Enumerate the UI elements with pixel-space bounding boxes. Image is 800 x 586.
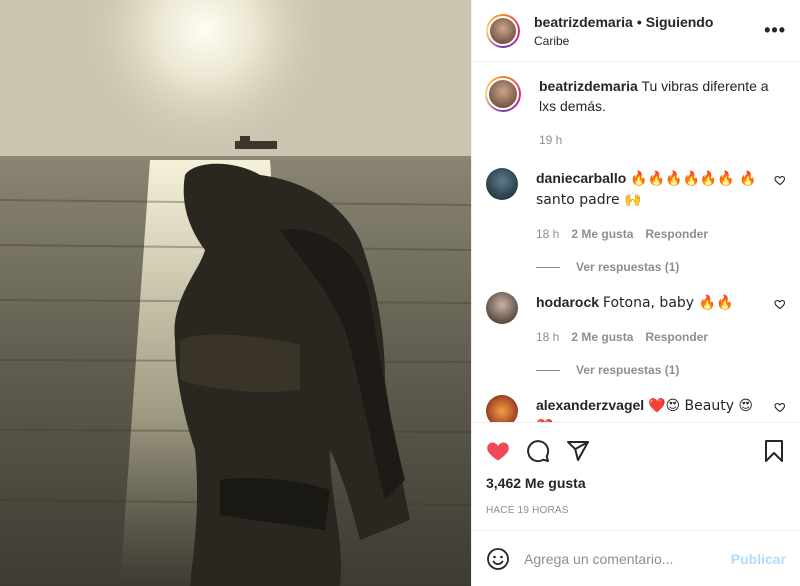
like-comment-heart-icon[interactable]	[774, 174, 786, 186]
comment-time[interactable]: 18 h	[536, 327, 559, 347]
post-location[interactable]: Caribe	[534, 34, 764, 48]
replies-divider	[536, 369, 560, 371]
comment-likes[interactable]: 2 Me gusta	[571, 327, 633, 347]
post-timestamp[interactable]: HACE 19 HORAS	[486, 505, 786, 530]
view-replies-button[interactable]: Ver respuestas (1)	[536, 363, 786, 377]
smiley-icon[interactable]	[486, 547, 510, 571]
caption-body: beatrizdemaria Tu vibras diferente a lxs…	[539, 76, 786, 150]
comment-likes[interactable]: 2 Me gusta	[571, 224, 633, 244]
caption-username[interactable]: beatrizdemaria	[539, 78, 638, 94]
like-comment-heart-icon[interactable]	[774, 298, 786, 310]
comment-item: alexanderzvagel ❤️😍 Beauty 😍❤️	[486, 395, 786, 422]
caption: beatrizdemaria Tu vibras diferente a lxs…	[485, 76, 786, 150]
caption-avatar[interactable]	[485, 76, 521, 112]
author-info: beatrizdemaria • Siguiendo Caribe	[534, 14, 764, 48]
bookmark-icon[interactable]	[762, 439, 786, 463]
post-photo[interactable]	[0, 0, 471, 586]
heart-filled-icon[interactable]	[486, 439, 510, 463]
author-avatar[interactable]	[486, 13, 520, 48]
commenter-username[interactable]: alexanderzvagel	[536, 397, 644, 413]
commenter-username[interactable]: daniecarballo	[536, 170, 626, 186]
post-panel: beatrizdemaria • Siguiendo Caribe ••• be…	[471, 0, 800, 586]
comment-body: alexanderzvagel ❤️😍 Beauty 😍❤️	[536, 395, 766, 422]
view-replies-label: Ver respuestas (1)	[576, 363, 680, 377]
more-horizontal-icon[interactable]: •••	[764, 20, 786, 41]
commenter-avatar[interactable]	[486, 292, 518, 324]
comment-item: daniecarballo 🔥🔥🔥🔥🔥🔥 🔥 santo padre 🙌 18 …	[486, 168, 786, 244]
comment-icon[interactable]	[526, 439, 550, 463]
comment-item: hodarock Fotona, baby 🔥🔥 18 h 2 Me gusta…	[486, 292, 786, 347]
reply-button[interactable]: Responder	[645, 327, 708, 347]
publish-button[interactable]: Publicar	[731, 551, 786, 567]
action-bar: 3,462 Me gusta HACE 19 HORAS	[472, 422, 800, 530]
view-replies-button[interactable]: Ver respuestas (1)	[536, 260, 786, 274]
view-replies-label: Ver respuestas (1)	[576, 260, 680, 274]
reply-button[interactable]: Responder	[645, 224, 708, 244]
comment-input[interactable]	[524, 550, 731, 567]
like-comment-heart-icon[interactable]	[774, 401, 786, 413]
comment-text: Fotona, baby 🔥🔥	[602, 295, 734, 311]
following-button[interactable]: Siguiendo	[646, 14, 714, 30]
comment-body: daniecarballo 🔥🔥🔥🔥🔥🔥 🔥 santo padre 🙌 18 …	[536, 168, 766, 244]
likes-count[interactable]: 3,462 Me gusta	[486, 475, 786, 491]
comment-composer: Publicar	[472, 530, 800, 586]
commenter-avatar[interactable]	[486, 395, 518, 422]
share-icon[interactable]	[566, 439, 590, 463]
separator-dot: •	[636, 13, 642, 30]
comment-time[interactable]: 18 h	[536, 224, 559, 244]
sunset-beach-image	[0, 0, 471, 586]
commenter-avatar[interactable]	[486, 168, 518, 200]
comment-body: hodarock Fotona, baby 🔥🔥 18 h 2 Me gusta…	[536, 292, 766, 347]
author-username[interactable]: beatrizdemaria	[534, 14, 633, 30]
comments-list[interactable]: beatrizdemaria Tu vibras diferente a lxs…	[472, 62, 800, 422]
post-dialog: beatrizdemaria • Siguiendo Caribe ••• be…	[0, 0, 800, 586]
commenter-username[interactable]: hodarock	[536, 294, 599, 310]
post-header: beatrizdemaria • Siguiendo Caribe •••	[472, 0, 800, 62]
replies-divider	[536, 266, 560, 268]
caption-time[interactable]: 19 h	[539, 130, 562, 150]
